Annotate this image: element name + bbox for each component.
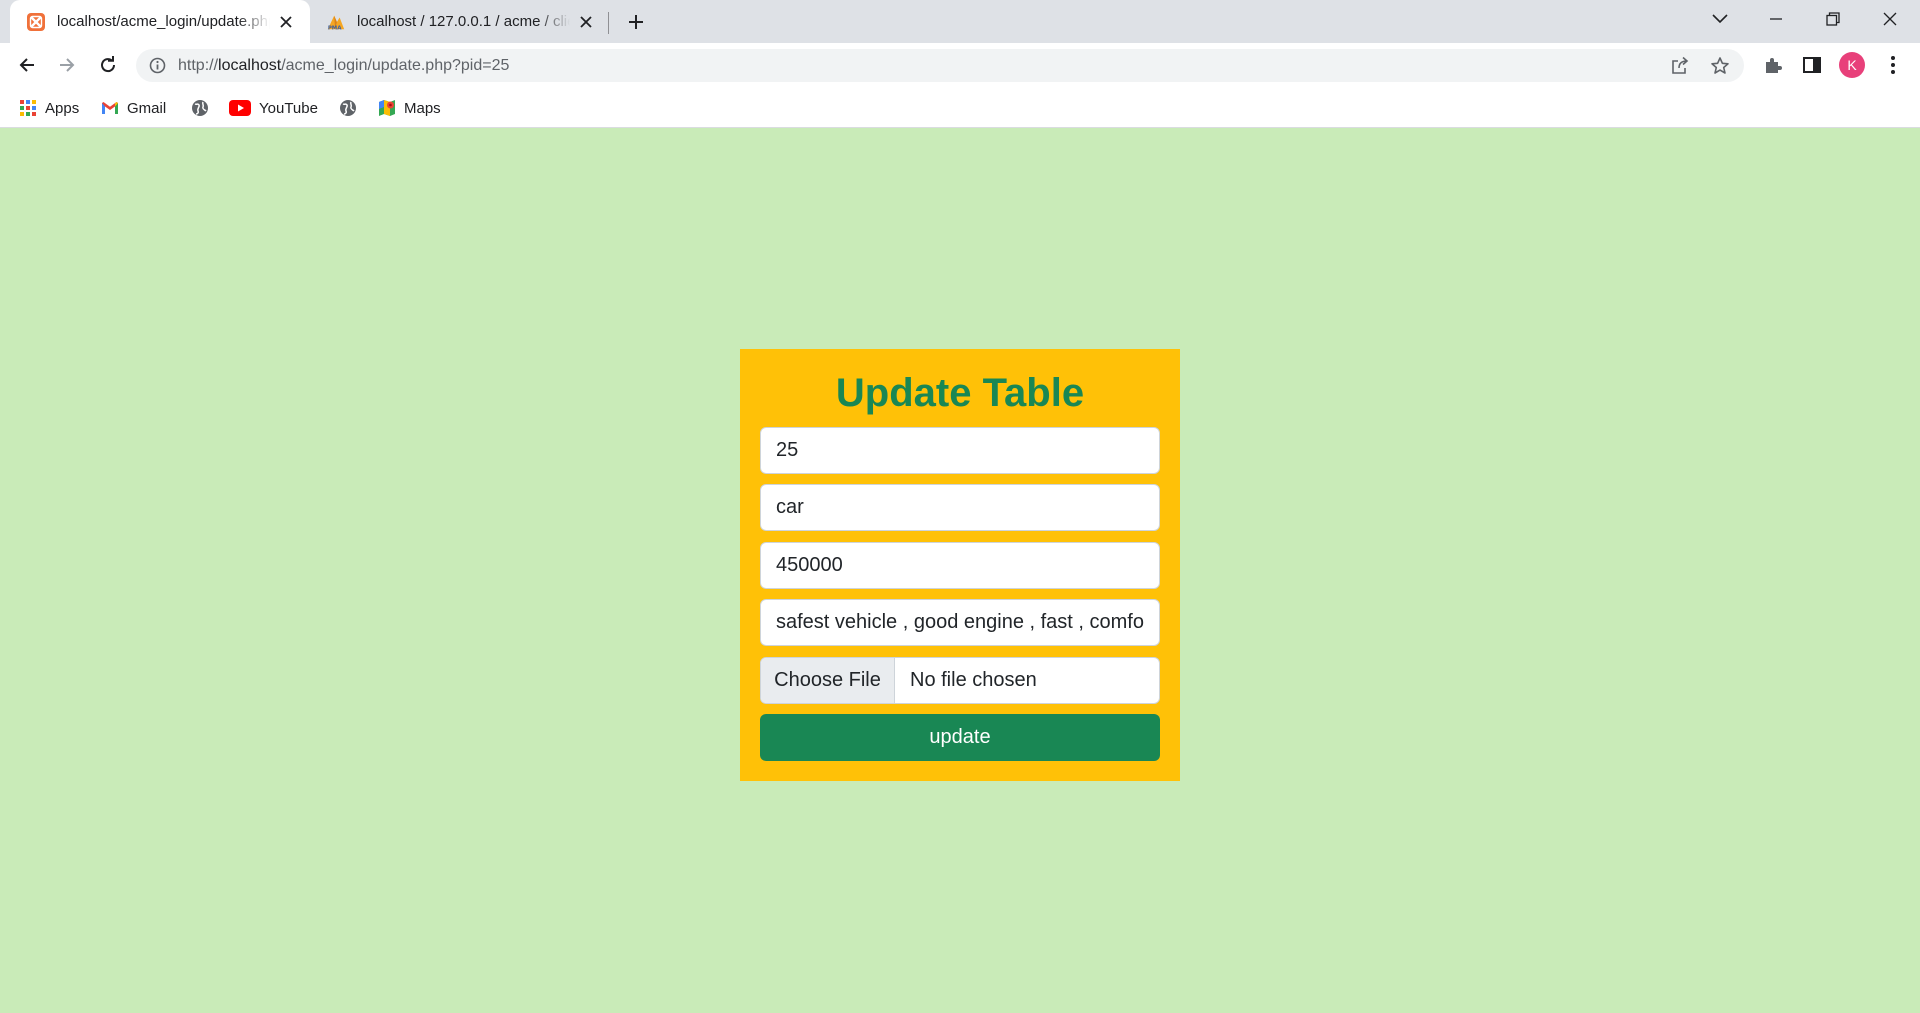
update-button[interactable]: update [760, 714, 1160, 761]
bookmark-star-icon[interactable] [1710, 56, 1730, 76]
globe-icon [191, 99, 209, 117]
extensions-icon[interactable] [1762, 54, 1784, 76]
info-icon[interactable] [149, 57, 166, 74]
bookmark-label: Apps [45, 99, 80, 117]
chevron-down-icon [1712, 14, 1728, 24]
bookmark-label: Gmail [127, 99, 167, 117]
side-panel-icon[interactable] [1801, 54, 1823, 76]
bookmark-youtube[interactable]: YouTube [229, 97, 318, 119]
price-field[interactable] [760, 542, 1160, 589]
share-icon[interactable] [1670, 56, 1690, 76]
address-bar[interactable]: http://localhost/acme_login/update.php?p… [136, 49, 1744, 82]
update-form-card: Update Table Choose File No file chosen … [740, 349, 1180, 781]
restore-icon [1826, 12, 1840, 26]
forward-button[interactable] [53, 51, 81, 79]
choose-file-button[interactable]: Choose File [761, 658, 895, 703]
phpmyadmin-icon: PMA [326, 12, 346, 32]
product-name-field[interactable] [760, 484, 1160, 531]
url-path: /acme_login/update.php?pid=25 [281, 57, 510, 74]
back-button[interactable] [13, 51, 41, 79]
file-status-text: No file chosen [910, 669, 1037, 691]
reload-icon [101, 56, 116, 73]
tab-search-button[interactable] [1692, 0, 1748, 38]
plus-icon [629, 15, 643, 29]
gmail-icon [101, 99, 119, 117]
maps-icon [378, 99, 396, 117]
svg-text:PMA: PMA [328, 25, 342, 31]
restore-button[interactable] [1805, 0, 1861, 38]
browser-toolbar: http://localhost/acme_login/update.php?p… [0, 43, 1920, 87]
youtube-icon [229, 99, 251, 117]
bookmark-globe-1[interactable] [191, 97, 209, 119]
tab-title: localhost / 127.0.0.1 / acme / clie [357, 13, 570, 30]
id-field[interactable] [760, 427, 1160, 474]
globe-icon [339, 99, 357, 117]
bookmark-gmail[interactable]: Gmail [101, 97, 166, 119]
xampp-icon [26, 12, 46, 32]
tab-strip: localhost/acme_login/update.php PMA loca… [0, 0, 1920, 43]
bookmark-globe-2[interactable] [339, 97, 357, 119]
apps-grid-icon [19, 99, 37, 117]
reload-button[interactable] [94, 51, 122, 79]
url-scheme: http:// [178, 57, 219, 74]
bookmarks-bar: Apps Gmail YouTube Maps [0, 87, 1920, 128]
bookmark-apps[interactable]: Apps [19, 97, 79, 119]
tab-update-php[interactable]: localhost/acme_login/update.php [10, 0, 310, 43]
new-tab-button[interactable] [622, 9, 650, 35]
close-tab-icon[interactable] [276, 12, 296, 32]
url-host: localhost [218, 57, 282, 74]
description-field[interactable] [760, 599, 1160, 646]
tab-title: localhost/acme_login/update.php [57, 13, 270, 30]
arrow-right-icon [60, 58, 75, 72]
minimize-icon [1770, 18, 1782, 20]
kebab-menu-icon[interactable] [1882, 54, 1904, 76]
bookmark-label: YouTube [259, 99, 318, 117]
profile-avatar[interactable]: K [1839, 52, 1865, 78]
close-tab-icon[interactable] [576, 12, 596, 32]
url-text[interactable]: http://localhost/acme_login/update.php?p… [178, 57, 509, 75]
arrow-left-icon [19, 58, 34, 72]
minimize-button[interactable] [1748, 0, 1804, 38]
file-input[interactable]: Choose File No file chosen [760, 657, 1160, 704]
page-title: Update Table [835, 371, 1085, 415]
tab-phpmyadmin[interactable]: PMA localhost / 127.0.0.1 / acme / clie [310, 0, 610, 43]
bookmark-label: Maps [404, 99, 441, 117]
close-window-button[interactable] [1862, 0, 1918, 38]
bookmark-maps[interactable]: Maps [378, 97, 441, 119]
tab-separator [608, 12, 609, 34]
close-icon [1883, 12, 1897, 26]
